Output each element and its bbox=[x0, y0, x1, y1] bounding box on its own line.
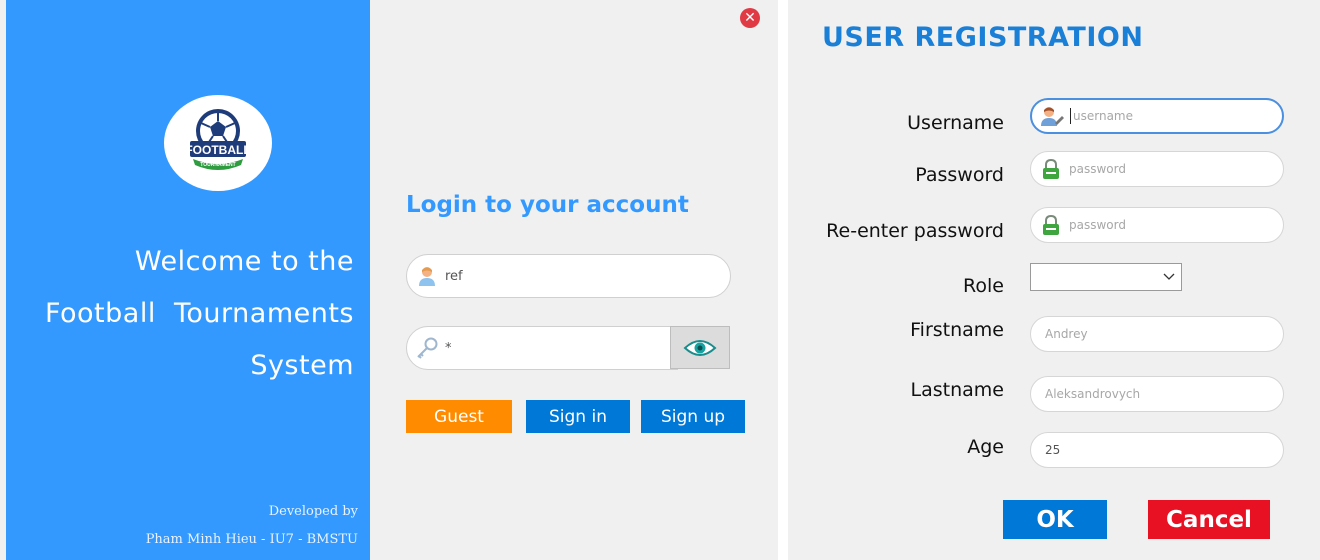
welcome-line-2: Football Tournaments bbox=[44, 298, 354, 329]
chevron-down-icon bbox=[1163, 273, 1175, 280]
text-cursor bbox=[1070, 108, 1071, 124]
reg-username-input[interactable]: username bbox=[1030, 98, 1284, 134]
username-label: Username bbox=[907, 112, 1004, 134]
lock-icon bbox=[1039, 213, 1063, 237]
login-username-value: ref bbox=[445, 268, 463, 284]
lock-icon bbox=[1039, 157, 1063, 181]
reg-username-placeholder: username bbox=[1073, 109, 1133, 123]
role-select[interactable] bbox=[1030, 263, 1182, 291]
registration-window: USER REGISTRATION Username username Pass… bbox=[788, 0, 1320, 560]
reg-password-placeholder: password bbox=[1069, 162, 1126, 176]
ok-button[interactable]: OK bbox=[1003, 500, 1107, 539]
reg-firstname-placeholder: Andrey bbox=[1045, 327, 1088, 341]
reg-age-input[interactable]: 25 bbox=[1030, 432, 1284, 468]
user-icon bbox=[415, 264, 439, 288]
key-icon bbox=[415, 336, 439, 360]
registration-title: USER REGISTRATION bbox=[822, 22, 1144, 53]
age-label: Age bbox=[967, 436, 1004, 458]
svg-text:FOOTBALL: FOOTBALL bbox=[185, 143, 250, 157]
guest-button[interactable]: Guest bbox=[406, 400, 512, 433]
login-password-input[interactable]: * bbox=[406, 326, 678, 370]
reg-lastname-placeholder: Aleksandrovych bbox=[1045, 387, 1141, 401]
login-window: FOOTBALL TOURNAMENT Welcome to the Footb… bbox=[0, 0, 778, 560]
svg-text:TOURNAMENT: TOURNAMENT bbox=[200, 162, 235, 168]
close-icon: ✕ bbox=[744, 10, 756, 26]
welcome-line-1: Welcome to the bbox=[134, 246, 354, 277]
user-edit-icon bbox=[1040, 104, 1064, 128]
reg-age-value: 25 bbox=[1045, 443, 1061, 457]
eye-icon bbox=[683, 339, 717, 356]
login-username-input[interactable]: ref bbox=[406, 254, 731, 298]
developed-by-label: Developed by bbox=[268, 504, 358, 519]
welcome-line-3: System bbox=[250, 350, 354, 381]
developer-credit: Developed by Pham Minh Hieu - IU7 - BMST… bbox=[146, 498, 358, 554]
reg-reenter-placeholder: password bbox=[1069, 218, 1126, 232]
reenter-password-label: Re-enter password bbox=[826, 220, 1004, 242]
show-password-button[interactable] bbox=[670, 326, 730, 369]
password-label: Password bbox=[915, 164, 1004, 186]
developer-name: Pham Minh Hieu - IU7 - BMSTU bbox=[145, 532, 358, 547]
role-label: Role bbox=[963, 275, 1004, 297]
close-button[interactable]: ✕ bbox=[740, 8, 760, 28]
lastname-label: Lastname bbox=[910, 379, 1004, 401]
reg-firstname-input[interactable]: Andrey bbox=[1030, 316, 1284, 352]
reg-password-input[interactable]: password bbox=[1030, 151, 1284, 187]
login-password-value: * bbox=[445, 340, 452, 356]
welcome-panel: FOOTBALL TOURNAMENT Welcome to the Footb… bbox=[6, 0, 370, 560]
sign-up-button[interactable]: Sign up bbox=[641, 400, 745, 433]
cancel-button[interactable]: Cancel bbox=[1148, 500, 1270, 539]
firstname-label: Firstname bbox=[910, 319, 1004, 341]
reg-reenter-password-input[interactable]: password bbox=[1030, 207, 1284, 243]
football-logo-icon: FOOTBALL TOURNAMENT bbox=[185, 109, 251, 170]
sign-in-button[interactable]: Sign in bbox=[526, 400, 630, 433]
reg-lastname-input[interactable]: Aleksandrovych bbox=[1030, 376, 1284, 412]
football-logo: FOOTBALL TOURNAMENT bbox=[164, 95, 272, 191]
login-title: Login to your account bbox=[406, 192, 689, 218]
welcome-text: Welcome to the Football Tournaments Syst… bbox=[4, 236, 354, 392]
